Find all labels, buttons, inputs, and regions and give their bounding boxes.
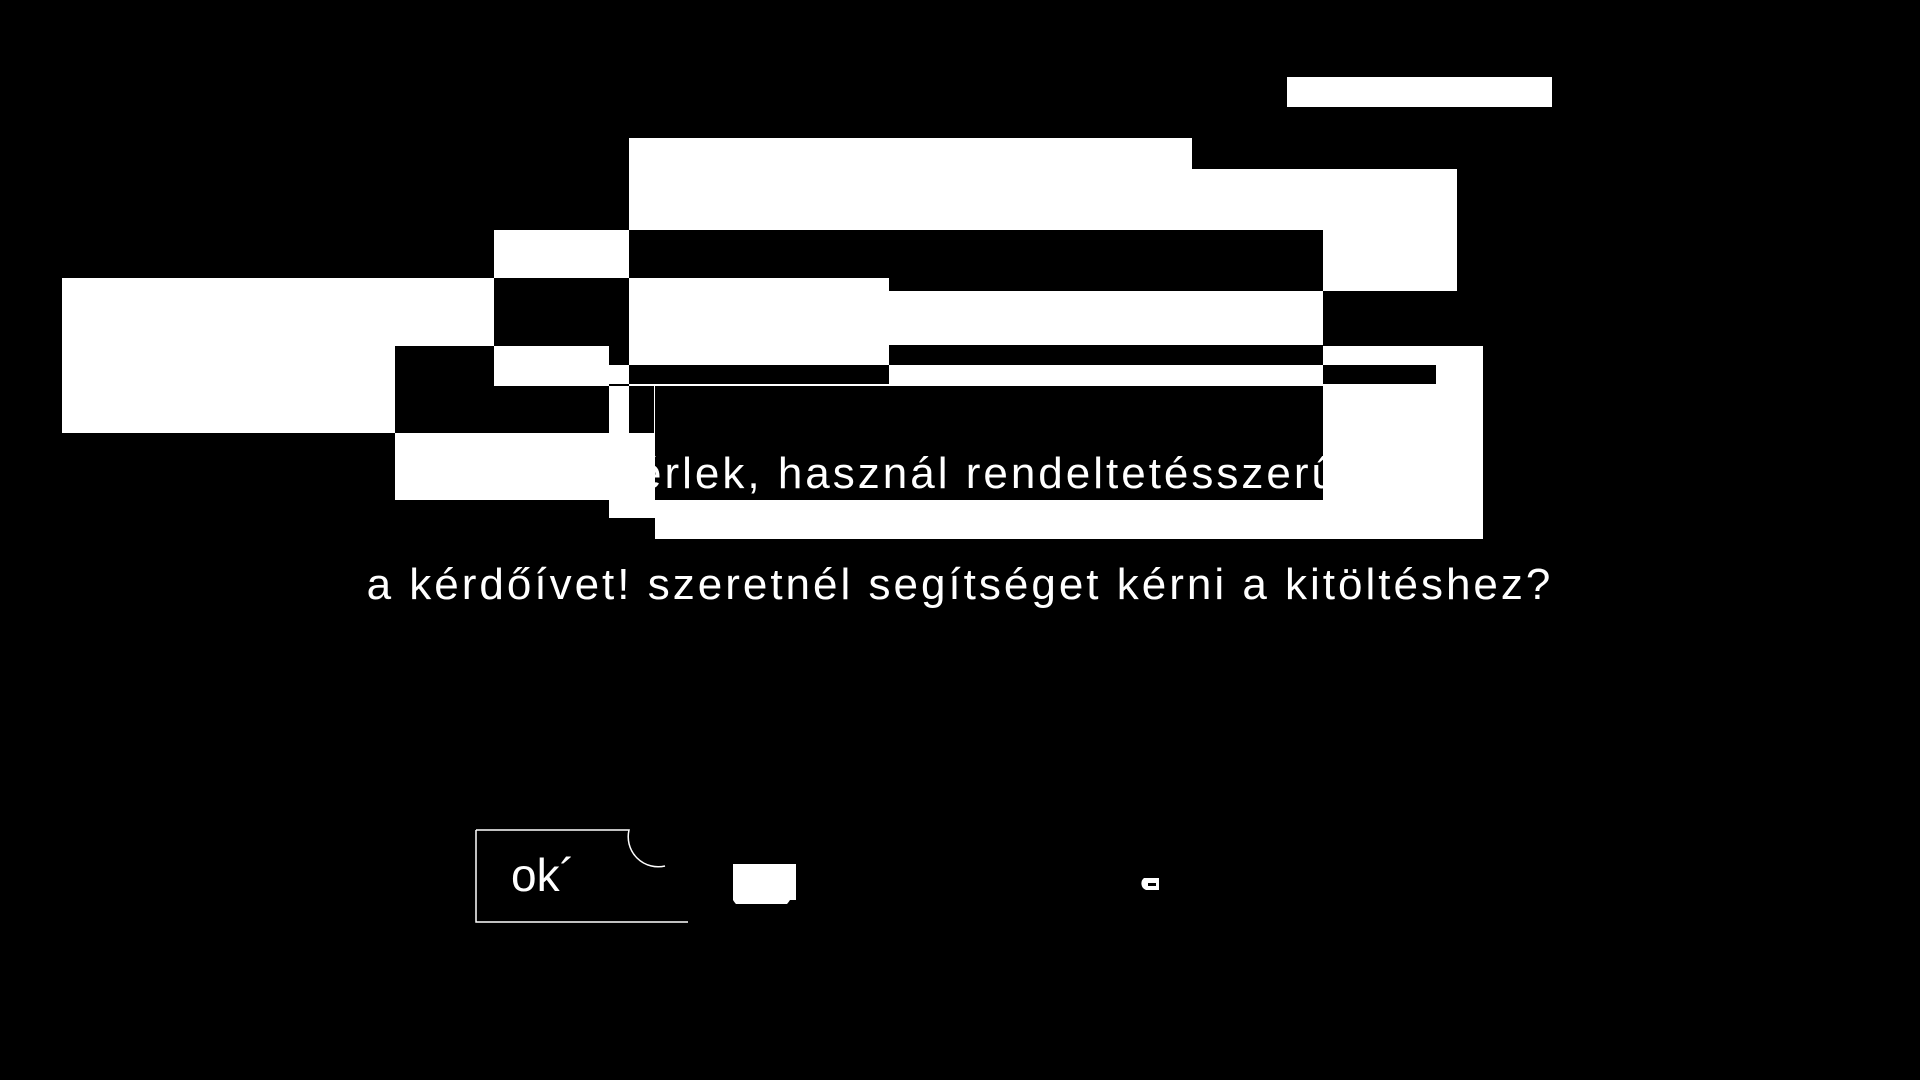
dialog-message-line-2: a kérdőívet! szeretnél segítséget kérni … <box>366 560 1554 609</box>
glitch-dialog-screen: kérlek, használ rendeltetésszerűen a kér… <box>0 0 1920 1080</box>
ok-button-frame <box>475 829 688 923</box>
small-glyph-icon <box>1141 878 1159 890</box>
glitch-blocks-decoration <box>62 77 1566 539</box>
dialog-message-line-1: kérlek, használ rendeltetésszerűen <box>612 449 1394 498</box>
ok-button[interactable]: ok´ <box>475 829 688 923</box>
half-circle-icon <box>733 864 796 904</box>
ok-button-label: ok´ <box>511 849 575 901</box>
